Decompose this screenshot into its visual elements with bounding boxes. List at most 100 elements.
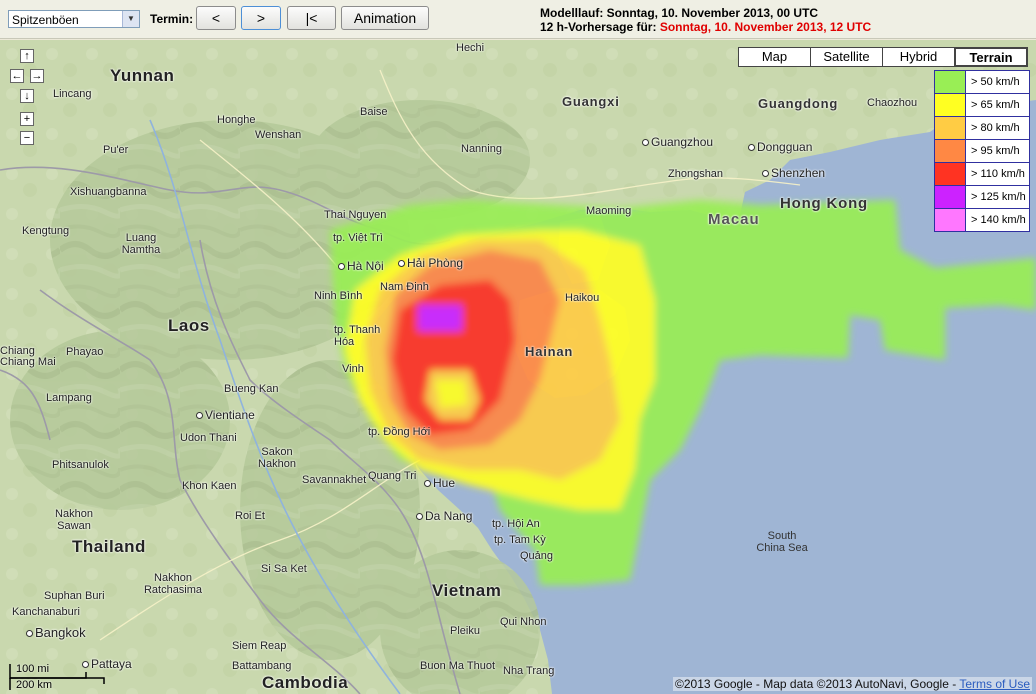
label-dong-hoi: tp. Đồng Hới [368,426,431,438]
label-suphan-buri: Suphan Buri [44,590,105,602]
label-quang-tri: Quang Tri [368,470,417,482]
pan-left-icon[interactable]: ← [10,69,24,83]
zoom-in-icon[interactable]: + [20,112,34,126]
label-chiang: Chiang [0,345,35,357]
gust-zone-125 [418,305,462,331]
legend-label: > 80 km/h [971,122,1020,134]
map-type-terrain[interactable]: Terrain [954,47,1028,67]
label-baise: Baise [360,106,388,118]
zoom-out-icon[interactable]: − [20,131,34,145]
first-button[interactable]: |< [287,6,336,30]
label-nakhon-ratchasima: Nakhon Ratchasima [143,572,203,596]
legend-row: > 110 km/h [935,163,1029,186]
label-udon-thani: Udon Thani [180,432,237,444]
label-hai-phong: Hải Phòng [398,257,463,269]
legend-row: > 65 km/h [935,94,1029,117]
label-macau: Macau [708,211,760,228]
pan-down-icon[interactable]: ↓ [20,89,34,103]
label-battambang: Battambang [232,660,292,672]
label-hechi: Hechi [456,42,485,54]
label-vientiane: Vientiane [196,409,255,421]
label-thailand: Thailand [72,537,146,556]
run-info: Modelllauf: Sonntag, 10. November 2013, … [540,6,871,34]
legend-label: > 50 km/h [971,76,1020,88]
dropdown-arrow-icon[interactable]: ▼ [122,11,139,27]
label-wenshan: Wenshan [255,129,302,141]
label-khon-kaen: Khon Kaen [182,480,237,492]
label-roi-et: Roi Et [235,510,265,522]
legend-row: > 50 km/h [935,71,1029,94]
legend-label: > 65 km/h [971,99,1020,111]
label-si-sa-ket: Si Sa Ket [261,563,307,575]
label-savannakhet: Savannakhet [302,474,367,486]
legend-label: > 140 km/h [971,214,1026,226]
termin-label: Termin: [150,12,194,26]
product-select[interactable]: Spitzenböen ▼ [8,10,140,28]
label-yunnan: Yunnan [110,66,175,85]
map[interactable]: Yunnan Guangxi Guangdong Hainan Hong Kon… [0,40,1036,694]
label-maoming: Maoming [586,205,632,217]
label-thai-nguyen: Thai Nguyen [324,209,387,221]
label-guangdong: Guangdong [758,96,839,111]
label-viet-tri: tp. Việt Trì [333,232,383,244]
label-siem-reap: Siem Reap [232,640,287,652]
label-pleiku: Pleiku [450,625,480,637]
label-tam-ky: tp. Tam Kỳ [494,534,546,546]
label-vietnam: Vietnam [432,581,502,600]
label-quang: Quảng [520,550,554,562]
label-haikou: Haikou [565,292,600,304]
map-type-hybrid[interactable]: Hybrid [882,47,955,67]
label-hong-kong: Hong Kong [780,195,869,212]
label-qui-nhon: Qui Nhon [500,616,547,628]
label-bueng-kan: Bueng Kan [224,383,279,395]
label-hue: Hue [424,477,455,489]
label-cambodia: Cambodia [262,673,349,692]
previous-button[interactable]: < [196,6,236,30]
label-dongguan: Dongguan [748,141,812,153]
forecast-label: 12 h-Vorhersage für: [540,20,660,34]
map-type-satellite[interactable]: Satellite [810,47,883,67]
legend-swatch [935,140,966,162]
gust-eye-core [435,380,468,408]
label-kanchanaburi: Kanchanaburi [12,606,80,618]
copyright: ©2013 Google - Map data ©2013 AutoNavi, … [673,677,1032,691]
label-shenzhen: Shenzhen [762,167,825,179]
label-nam-dinh: Nam Định [380,281,429,293]
label-xishuangbanna: Xishuangbanna [70,186,147,198]
legend-row: > 80 km/h [935,117,1029,140]
animation-button[interactable]: Animation [341,6,429,30]
scale-miles: 100 mi [16,663,50,675]
label-da-nang: Da Nang [416,510,472,522]
pan-up-icon[interactable]: ↑ [20,49,34,63]
scale-bar: 100 mi 200 km [8,662,118,692]
label-laos: Laos [168,316,210,335]
label-puer: Pu'er [103,144,129,156]
model-run-label: Modelllauf: Sonntag, 10. November 2013, … [540,6,819,20]
legend-swatch [935,163,966,185]
label-guangzhou: Guangzhou [642,136,713,148]
gust-legend: > 50 km/h > 65 km/h > 80 km/h > 95 km/h … [934,70,1030,232]
pan-right-icon[interactable]: → [30,69,44,83]
next-button[interactable]: > [241,6,281,30]
label-phayao: Phayao [66,346,104,358]
label-phitsanulok: Phitsanulok [52,459,109,471]
label-bangkok: Bangkok [26,626,86,639]
label-ha-noi: Hà Nội [338,260,384,272]
forecast-value: Sonntag, 10. November 2013, 12 UTC [659,20,872,34]
label-hainan: Hainan [525,344,574,359]
legend-label: > 95 km/h [971,145,1020,157]
label-buon-ma-thuot: Buon Ma Thuot [420,660,496,672]
scale-km: 200 km [16,679,53,691]
legend-label: > 125 km/h [971,191,1026,203]
label-vinh: Vinh [342,363,364,375]
label-south-china-sea: South China Sea [756,530,808,554]
label-honghe: Honghe [217,114,256,126]
map-type-map[interactable]: Map [738,47,811,67]
label-hoi-an: tp. Hội An [492,518,540,530]
terms-of-use-link[interactable]: Terms of Use [959,677,1030,691]
legend-row: > 140 km/h [935,209,1029,231]
label-thanh-hoa: tp. Thanh Hóa [334,324,381,348]
legend-swatch [935,94,966,116]
legend-row: > 95 km/h [935,140,1029,163]
label-lincang: Lincang [53,88,92,100]
